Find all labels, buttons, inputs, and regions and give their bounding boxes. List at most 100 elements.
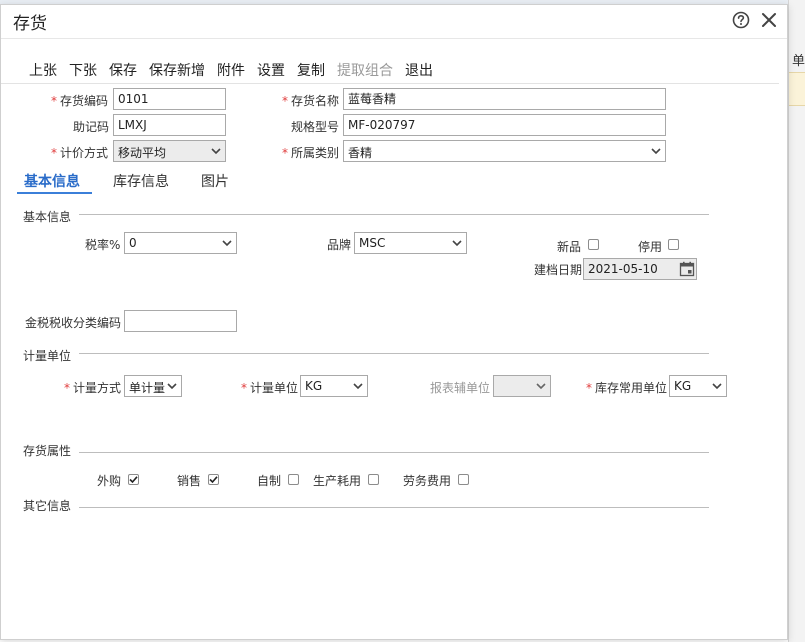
brand-select[interactable]: MSC [354,232,467,254]
stock-unit-select-value: KG [674,379,692,393]
purchased-checkbox[interactable] [128,474,139,485]
background-selected-row [789,72,805,106]
attributes-section-title: 存货属性 [23,444,72,458]
save-and-new-button[interactable]: 保存新增 [149,60,205,80]
chevron-down-icon [167,383,177,390]
report-unit-label: 报表辅单位 [430,381,491,395]
inventory-dialog: 存货 上张 下张 保存 保存新增 附件 设置 复制 提取组合 退出 * 存货编码 … [0,4,788,640]
tab-inventory-info[interactable]: 库存信息 [113,171,169,191]
tax-rate-label: 税率% [85,238,121,252]
check-icon [129,476,138,484]
exit-button[interactable]: 退出 [405,60,433,80]
self-made-checkbox[interactable] [288,474,299,485]
sales-label: 销售 [177,474,202,488]
unit-label-text: 计量单位 [250,381,299,395]
stock-unit-select[interactable]: KG [669,375,727,397]
disabled-checkbox[interactable] [668,239,679,250]
basic-section-divider [79,214,709,215]
required-mark: * [51,94,57,108]
tax-rate-select[interactable]: 0 [124,232,237,254]
other-section-divider [79,507,709,508]
units-section-divider [79,353,709,354]
report-unit-select[interactable] [493,375,551,397]
background-grid: 单 [788,0,805,642]
code-input[interactable]: 0101 [113,88,226,110]
service-cost-checkbox[interactable] [458,474,469,485]
code-label-text: 存货编码 [60,94,109,108]
production-use-checkbox[interactable] [368,474,379,485]
attributes-section-divider [79,452,709,453]
disabled-label: 停用 [638,240,663,254]
chevron-down-icon [712,383,722,390]
close-icon[interactable] [759,10,779,30]
required-mark: * [282,94,288,108]
unit-method-select-value: 单计量 [129,381,166,395]
next-button[interactable]: 下张 [69,60,97,80]
production-use-label: 生产耗用 [313,474,362,488]
required-mark: * [282,146,288,160]
service-cost-label: 劳务费用 [403,474,452,488]
help-icon[interactable] [732,11,750,29]
tax-code-label: 金税税收分类编码 [25,316,122,330]
purchased-label: 外购 [97,474,122,488]
chevron-down-icon [452,240,462,247]
created-date-label: 建档日期 [534,263,583,277]
check-icon [209,476,218,484]
save-button[interactable]: 保存 [109,60,137,80]
background-column-header: 单 [792,54,805,69]
name-input[interactable]: 蓝莓香精 [343,88,666,110]
category-select-value: 香精 [348,146,373,160]
toolbar: 上张 下张 保存 保存新增 附件 设置 复制 提取组合 退出 [1,55,779,84]
settings-button[interactable]: 设置 [257,60,285,80]
category-label-text: 所属类别 [291,146,340,160]
chevron-down-icon [211,148,221,155]
spec-label: 规格型号 [291,120,340,134]
unit-method-select[interactable]: 单计量 [124,375,182,397]
new-item-checkbox[interactable] [588,239,599,250]
calendar-icon[interactable] [679,261,695,277]
dialog-title: 存货 [13,14,47,34]
units-section-title: 计量单位 [23,349,72,363]
pricing-label: * 计价方式 [51,144,108,161]
required-mark: * [241,381,247,395]
code-label: * 存货编码 [51,92,108,109]
required-mark: * [64,381,70,395]
self-made-label: 自制 [257,474,282,488]
attachment-button[interactable]: 附件 [217,60,245,80]
active-tab-indicator [17,192,92,194]
stock-unit-label: * 库存常用单位 [586,379,667,396]
unit-method-label: * 计量方式 [64,379,121,396]
brand-label: 品牌 [327,238,352,252]
category-label: * 所属类别 [282,144,339,161]
unit-select[interactable]: KG [300,375,368,397]
pricing-select-value: 移动平均 [118,146,167,160]
tab-images[interactable]: 图片 [201,171,229,191]
mnemonic-input[interactable]: LMXJ [113,114,226,136]
chevron-down-icon [536,383,546,390]
pricing-label-text: 计价方式 [60,146,109,160]
chevron-down-icon [222,240,232,247]
prev-button[interactable]: 上张 [29,60,57,80]
unit-label: * 计量单位 [241,379,298,396]
mnemonic-label: 助记码 [73,120,110,134]
dialog-titlebar: 存货 [1,5,787,39]
tax-code-input[interactable] [124,310,237,332]
chevron-down-icon [651,148,661,155]
new-item-label: 新品 [557,240,582,254]
stock-unit-label-text: 库存常用单位 [595,381,668,395]
sales-checkbox[interactable] [208,474,219,485]
pricing-select[interactable]: 移动平均 [113,140,226,162]
name-label-text: 存货名称 [291,94,340,108]
required-mark: * [586,381,592,395]
tab-basic-info[interactable]: 基本信息 [24,171,80,191]
brand-select-value: MSC [359,236,386,250]
category-select[interactable]: 香精 [343,140,666,162]
copy-button[interactable]: 复制 [297,60,325,80]
basic-section-title: 基本信息 [23,210,72,224]
unit-select-value: KG [305,379,323,393]
spec-input[interactable]: MF-020797 [343,114,666,136]
name-label: * 存货名称 [282,92,339,109]
created-date-value: 2021-05-10 [588,262,658,276]
extract-combo-button[interactable]: 提取组合 [337,60,393,80]
unit-method-label-text: 计量方式 [73,381,122,395]
